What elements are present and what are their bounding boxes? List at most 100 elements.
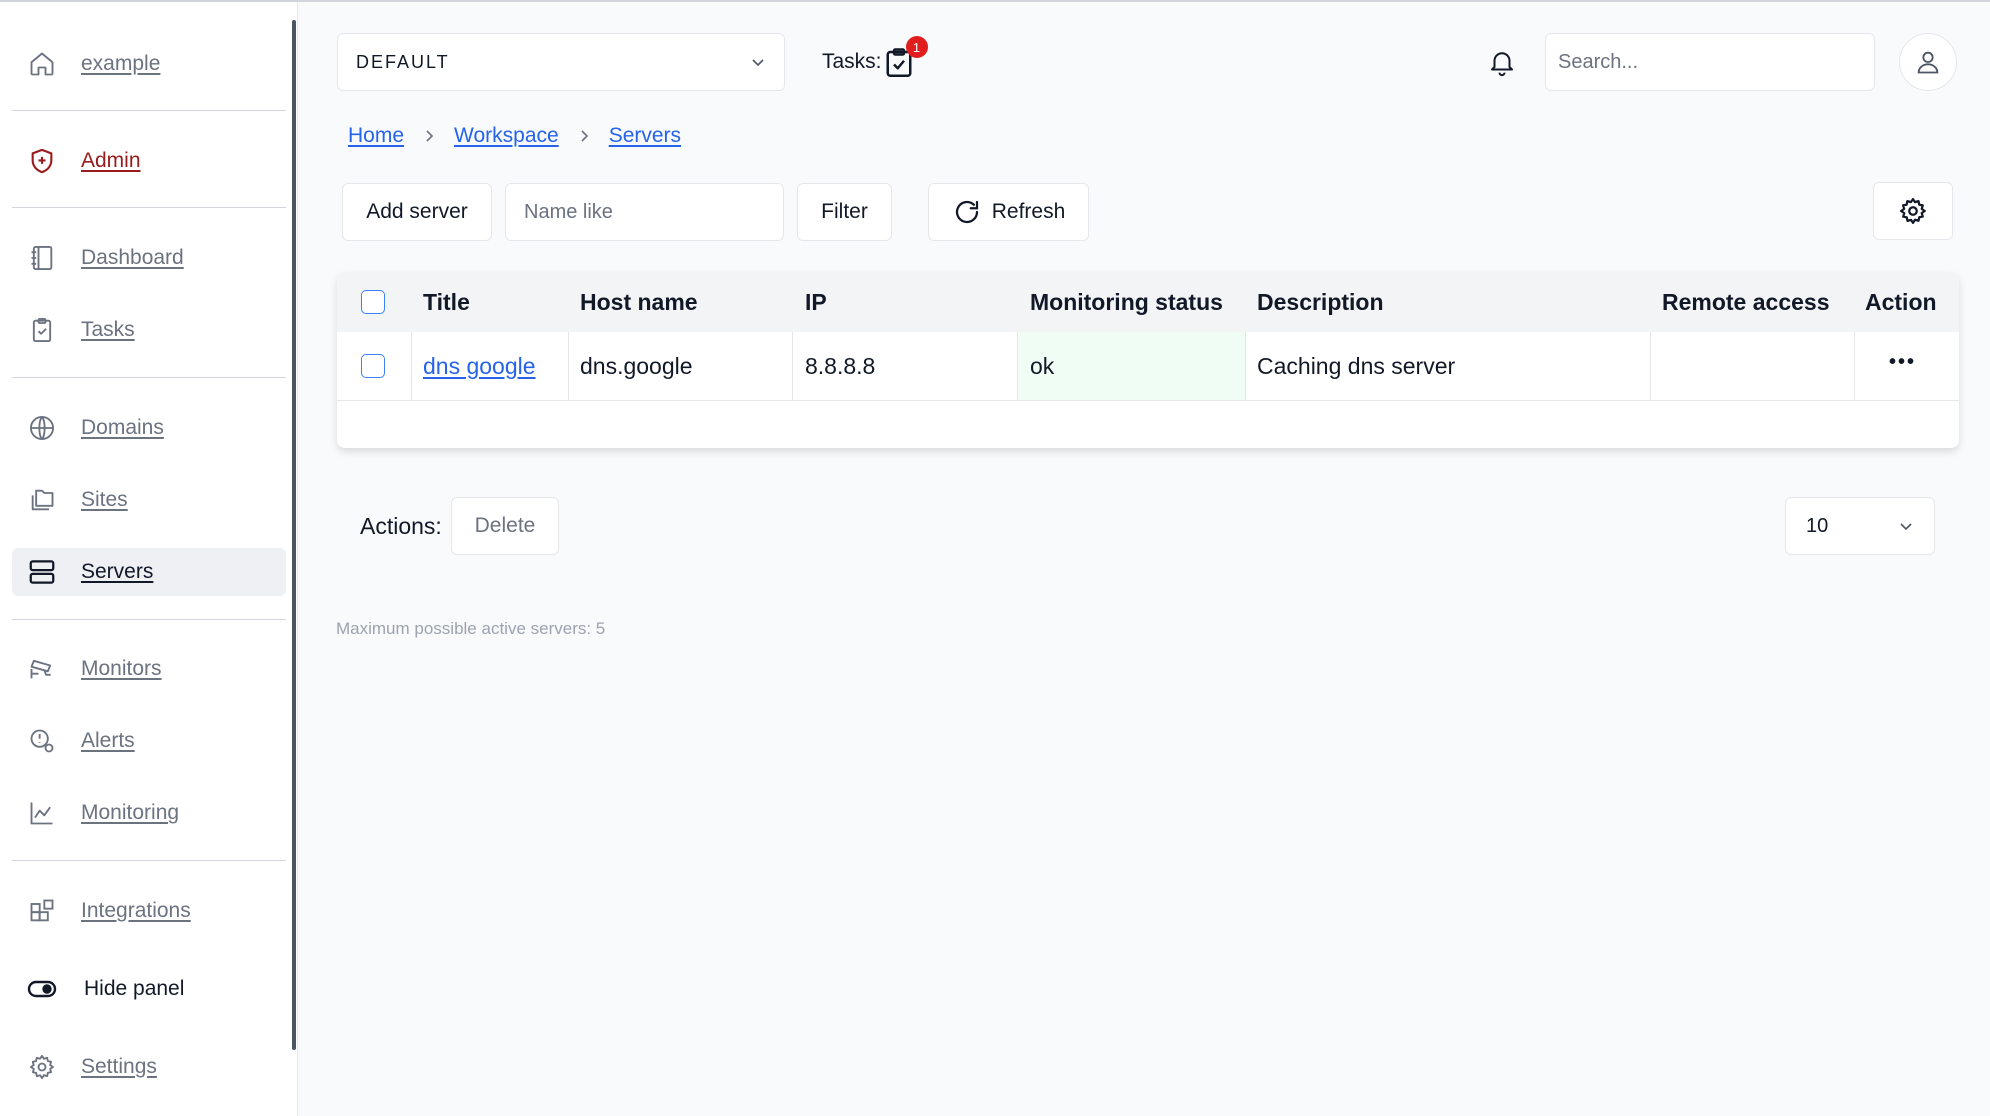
- chevron-down-icon: [1898, 518, 1914, 534]
- shield-plus-icon: [26, 145, 58, 177]
- sidebar-scrollbar[interactable]: [292, 20, 296, 1050]
- clipboard-check-icon: [26, 314, 58, 346]
- cell-host: dns.google: [580, 352, 693, 379]
- servers-table: Title Host name IP Monitoring status Des…: [337, 272, 1959, 448]
- table-header: Title Host name IP Monitoring status Des…: [337, 272, 1959, 332]
- alert-bell-icon: [26, 725, 58, 757]
- sidebar-item-label: Monitors: [81, 657, 162, 680]
- cell-divider: [1245, 332, 1246, 400]
- workspace-value: DEFAULT: [356, 51, 450, 72]
- search-input[interactable]: [1545, 33, 1875, 91]
- select-all-cell: [361, 272, 385, 332]
- sidebar-item-label: Hide panel: [84, 977, 185, 1000]
- column-header-host[interactable]: Host name: [580, 272, 698, 332]
- column-header-title[interactable]: Title: [423, 272, 470, 332]
- sidebar-divider: [12, 207, 286, 208]
- delete-button[interactable]: Delete: [451, 497, 559, 555]
- chevron-right-icon: [577, 129, 591, 143]
- breadcrumb-home[interactable]: Home: [348, 124, 404, 148]
- cell-divider: [411, 332, 412, 400]
- sidebar-item-monitors[interactable]: Monitors: [12, 645, 286, 693]
- sidebar-divider: [12, 619, 286, 620]
- name-filter-input[interactable]: [505, 183, 784, 241]
- tasks-indicator[interactable]: Tasks: 1: [822, 36, 928, 82]
- table-settings-button[interactable]: [1873, 182, 1953, 240]
- sidebar-item-example[interactable]: example: [12, 40, 286, 88]
- sidebar-item-settings[interactable]: Settings: [12, 1043, 286, 1091]
- sidebar-item-label: example: [81, 52, 161, 75]
- bulk-actions-label: Actions:: [360, 513, 442, 539]
- row-checkbox[interactable]: [361, 354, 385, 378]
- sidebar-item-domains[interactable]: Domains: [12, 404, 286, 452]
- line-chart-icon: [26, 797, 58, 829]
- server-title-link[interactable]: dns google: [423, 353, 536, 380]
- breadcrumb: Home Workspace Servers: [348, 124, 681, 148]
- workspace-select[interactable]: DEFAULT: [337, 33, 785, 91]
- notifications-bell-icon[interactable]: [1487, 46, 1519, 78]
- table-row: dns google dns.google 8.8.8.8 ok Caching…: [337, 332, 1959, 401]
- cell-divider: [1650, 332, 1651, 400]
- filter-button[interactable]: Filter: [797, 183, 892, 241]
- chevron-right-icon: [422, 129, 436, 143]
- refresh-label: Refresh: [991, 200, 1066, 223]
- sidebar-item-alerts[interactable]: Alerts: [12, 717, 286, 765]
- sidebar-item-label: Settings: [81, 1055, 157, 1078]
- column-header-description[interactable]: Description: [1257, 272, 1384, 332]
- sidebar-item-tasks[interactable]: Tasks: [12, 306, 286, 354]
- sidebar-item-sites[interactable]: Sites: [12, 476, 286, 524]
- cell-description: Caching dns server: [1257, 352, 1456, 379]
- sidebar-item-label: Domains: [81, 416, 164, 439]
- refresh-button[interactable]: Refresh: [928, 183, 1089, 241]
- breadcrumb-workspace[interactable]: Workspace: [454, 124, 559, 148]
- sidebar-item-label: Sites: [81, 488, 128, 511]
- page-size-select[interactable]: 10: [1785, 497, 1935, 555]
- column-header-ip[interactable]: IP: [805, 272, 827, 332]
- sidebar-item-label: Tasks: [81, 318, 135, 341]
- cctv-icon: [26, 653, 58, 685]
- top-border: [0, 0, 1990, 2]
- select-all-checkbox[interactable]: [361, 290, 385, 314]
- server-icon: [26, 556, 58, 588]
- user-avatar-button[interactable]: [1899, 33, 1957, 91]
- globe-icon: [26, 412, 58, 444]
- user-icon: [1914, 48, 1942, 76]
- sidebar-divider: [12, 377, 286, 378]
- notebook-icon: [26, 242, 58, 274]
- cell-divider: [568, 332, 569, 400]
- sidebar-item-label: Alerts: [81, 729, 135, 752]
- sidebar-item-label: Monitoring: [81, 801, 180, 824]
- tasks-badge: 1: [905, 36, 928, 58]
- cell-divider: [792, 332, 793, 400]
- tasks-label: Tasks:: [822, 50, 882, 73]
- sidebar-item-label: Integrations: [81, 899, 191, 922]
- gear-icon: [1898, 196, 1928, 226]
- sidebar-item-label: Dashboard: [81, 246, 184, 269]
- sidebar-divider: [12, 110, 286, 111]
- toggle-icon: [26, 973, 58, 1005]
- sidebar-item-label: Admin: [81, 149, 141, 172]
- row-select-cell: [361, 332, 385, 400]
- home-icon: [26, 48, 58, 80]
- column-header-remote-access[interactable]: Remote access: [1662, 272, 1830, 332]
- clipboard-check-icon: 1: [884, 36, 928, 79]
- sidebar: example Admin Dashboard Tasks Domains Si…: [0, 2, 298, 1116]
- sidebar-item-integrations[interactable]: Integrations: [12, 887, 286, 935]
- sidebar-divider: [12, 860, 286, 861]
- row-actions-menu-button[interactable]: •••: [1889, 328, 1916, 396]
- cell-monitoring-status: ok: [1018, 332, 1245, 400]
- sidebar-item-label: Servers: [81, 560, 154, 583]
- sidebar-item-servers[interactable]: Servers: [12, 548, 286, 596]
- gear-icon: [26, 1051, 58, 1083]
- breadcrumb-servers[interactable]: Servers: [609, 124, 681, 148]
- add-server-button[interactable]: Add server: [342, 183, 492, 241]
- cell-title: dns google: [423, 332, 536, 400]
- sidebar-item-monitoring[interactable]: Monitoring: [12, 789, 286, 837]
- cell-divider: [1854, 332, 1855, 400]
- page-size-value: 10: [1806, 514, 1829, 537]
- hide-panel-toggle[interactable]: Hide panel: [12, 965, 286, 1013]
- folders-icon: [26, 484, 58, 516]
- sidebar-item-admin[interactable]: Admin: [12, 137, 286, 185]
- column-header-monitoring-status[interactable]: Monitoring status: [1030, 272, 1223, 332]
- sidebar-item-dashboard[interactable]: Dashboard: [12, 234, 286, 282]
- max-servers-note: Maximum possible active servers: 5: [336, 619, 606, 638]
